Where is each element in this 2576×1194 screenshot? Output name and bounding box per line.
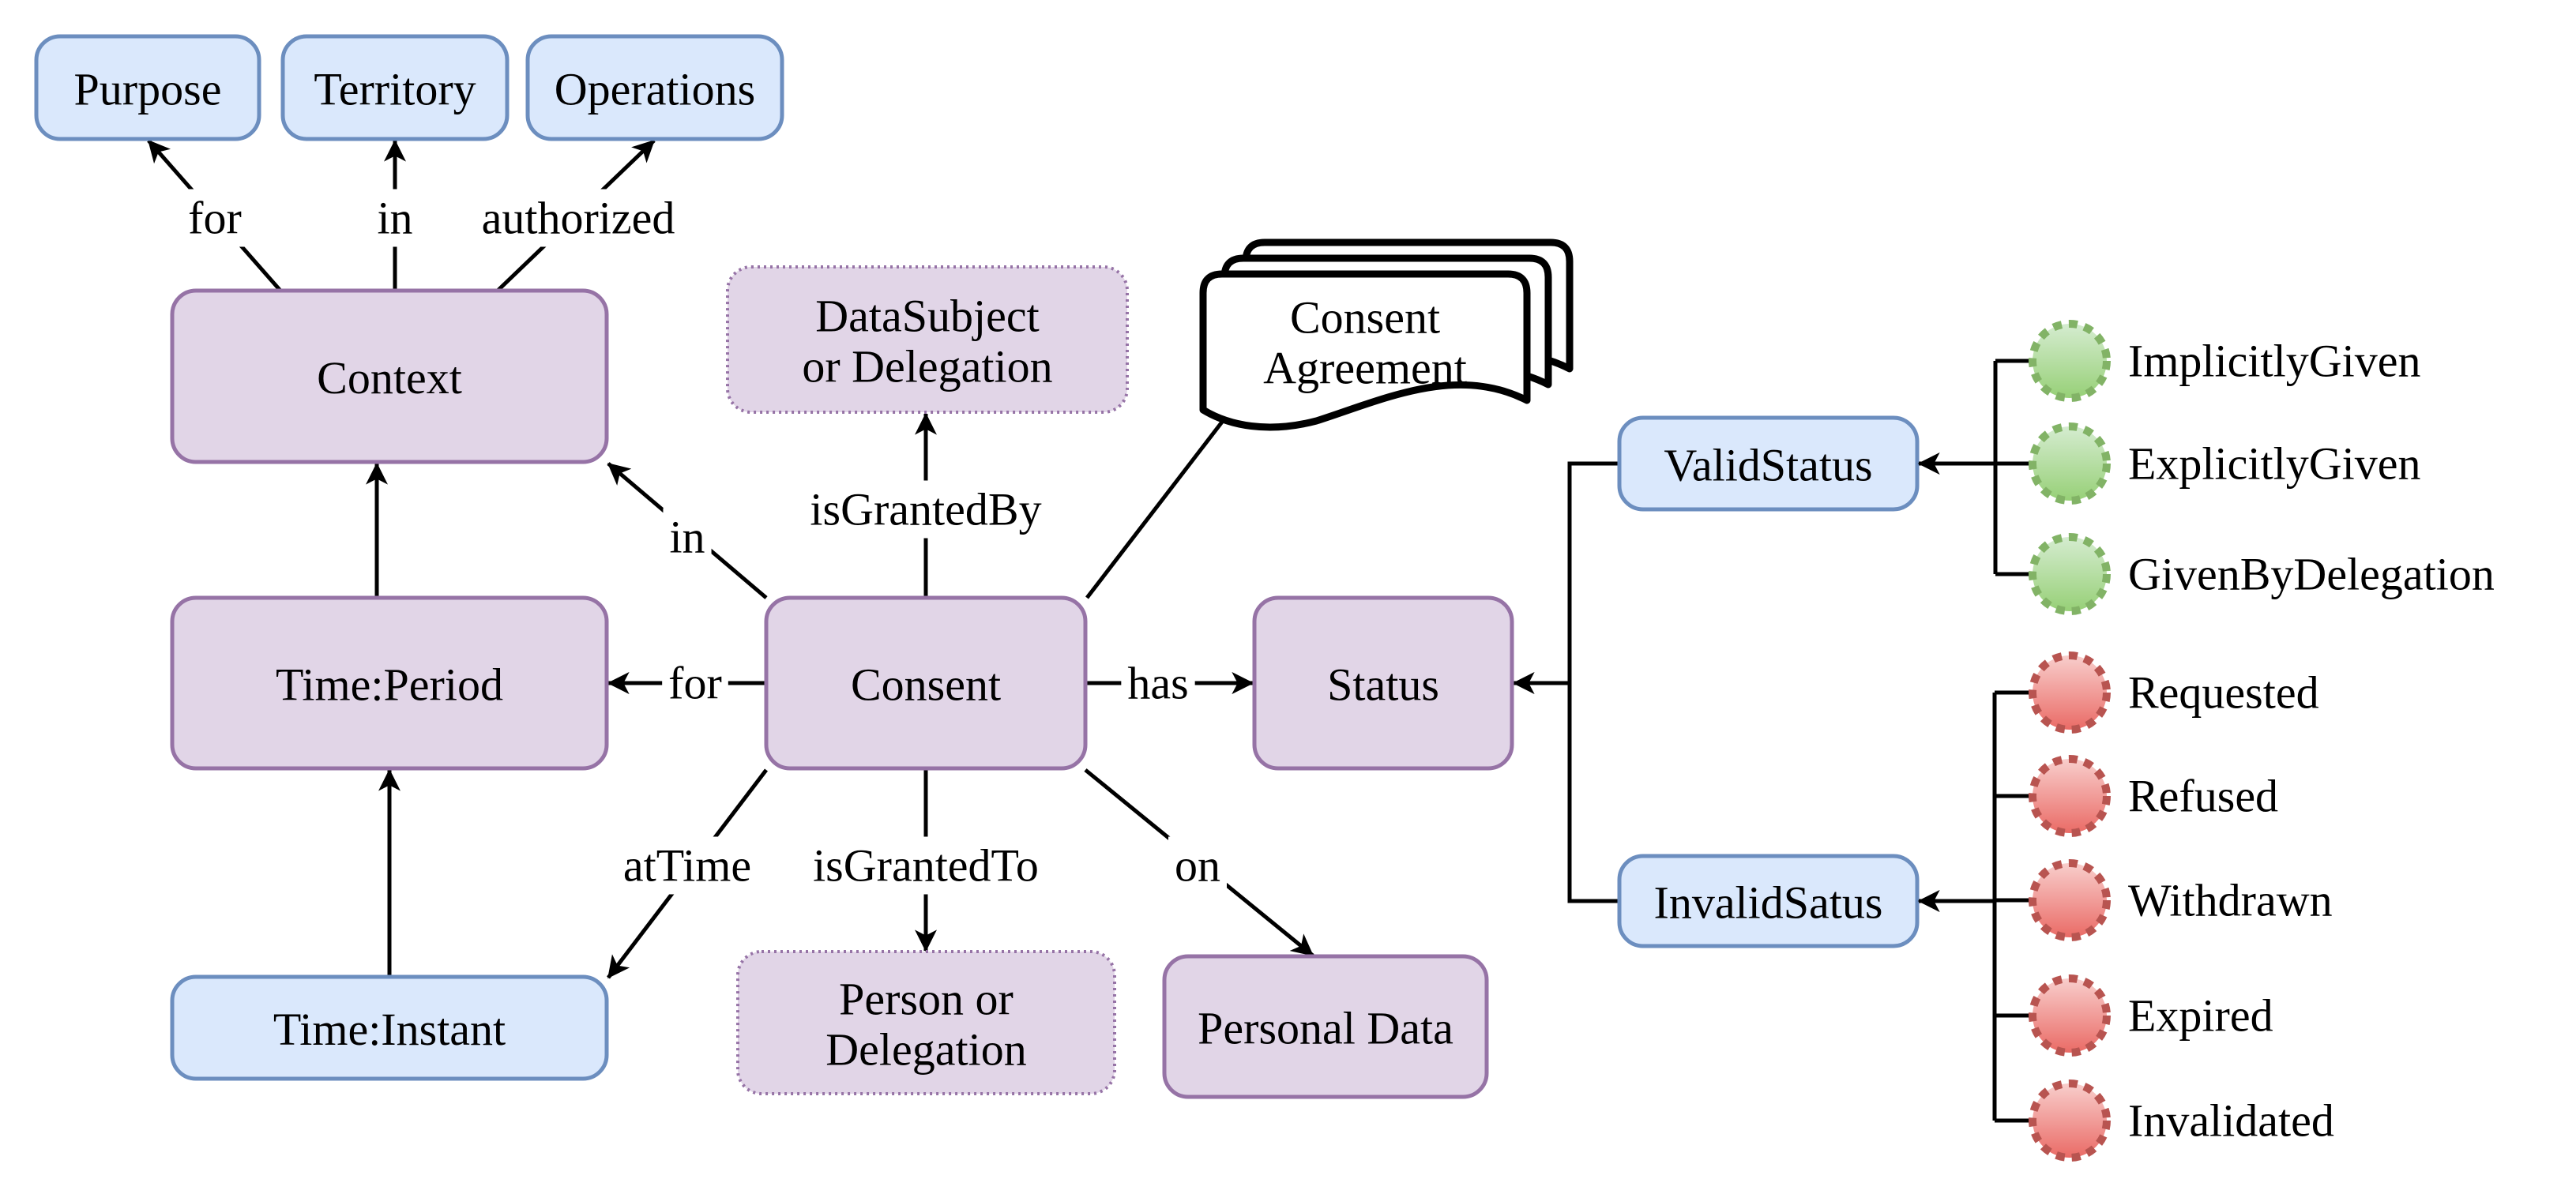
state-expired[interactable]: Expired (1995, 974, 2273, 1057)
state-implicitlygiven[interactable]: ImplicitlyGiven (1995, 320, 2421, 402)
node-data-subject-label-line-2: or Delegation (802, 341, 1052, 392)
edge-label-context-operations: authorized (482, 193, 675, 244)
node-time-instant[interactable]: Time:Instant (170, 974, 609, 1081)
node-data-subject-label-line-1: DataSubject (815, 291, 1039, 342)
state-requested-label: Requested (2128, 667, 2319, 719)
node-valid-status-label: ValidStatus (1664, 440, 1872, 491)
state-explicitlygiven-circle-icon (2029, 422, 2111, 505)
state-explicitlygiven-label: ExplicitlyGiven (2128, 438, 2421, 490)
node-context[interactable]: Context (170, 288, 609, 464)
node-time-period-label: Time:Period (276, 659, 503, 711)
status-states-layer: ImplicitlyGiven ExplicitlyGiven GivenByDel… (1917, 320, 2495, 1162)
node-personal-data-label: Personal Data (1198, 1003, 1453, 1054)
node-invalid-status-label: InvalidSatus (1654, 877, 1883, 929)
state-withdrawn-label: Withdrawn (2128, 875, 2333, 926)
node-consent-agreement-label-line-2: Agreement (1263, 343, 1467, 394)
node-status[interactable]: Status (1252, 595, 1514, 771)
node-operations[interactable]: Operations (525, 34, 784, 141)
node-personal-data[interactable]: Personal Data (1162, 954, 1489, 1099)
node-valid-status[interactable]: ValidStatus (1617, 415, 1920, 512)
node-time-instant-label: Time:Instant (273, 1004, 506, 1055)
node-consent-label: Consent (851, 659, 1001, 711)
state-withdrawn-circle-icon (2029, 859, 2111, 941)
edge-consent-agreement (1085, 419, 1224, 599)
state-givenbydelegation-circle-icon (2029, 533, 2111, 615)
node-time-period[interactable]: Time:Period (170, 595, 609, 771)
state-invalidated-circle-icon (2029, 1079, 2111, 1162)
node-consent-agreement[interactable]: ConsentAgreement (1199, 238, 1574, 431)
node-territory[interactable]: Territory (280, 34, 510, 141)
edge-label-consent-person: isGrantedTo (813, 840, 1039, 892)
state-implicitlygiven-circle-icon (2029, 320, 2111, 402)
edge-label-consent-subject: isGrantedBy (810, 484, 1041, 535)
node-purpose[interactable]: Purpose (34, 34, 261, 141)
state-expired-circle-icon (2029, 974, 2111, 1057)
node-territory-label: Territory (314, 64, 476, 115)
state-givenbydelegation[interactable]: GivenByDelegation (1995, 533, 2495, 615)
node-consent-agreement-label-line-1: Consent (1290, 292, 1440, 344)
edge-label-context-territory: in (377, 193, 412, 244)
edge-label-consent-period: for (668, 658, 722, 709)
state-refused-label: Refused (2128, 771, 2278, 822)
node-consent[interactable]: Consent (764, 595, 1088, 771)
state-requested-circle-icon (2029, 651, 2111, 734)
node-operations-label: Operations (555, 64, 756, 115)
node-status-label: Status (1327, 659, 1439, 711)
state-refused-circle-icon (2029, 755, 2111, 837)
node-person[interactable]: Person orDelegation (736, 950, 1116, 1095)
nodes-layer: Purpose Territory Operations Context Time:Pe… (34, 34, 1920, 1099)
node-invalid-status[interactable]: InvalidSatus (1617, 854, 1920, 948)
state-refused[interactable]: Refused (1995, 755, 2278, 837)
state-invalidated[interactable]: Invalidated (1995, 1079, 2334, 1162)
edge-label-consent-context: in (669, 512, 705, 563)
node-person-label-line-2: Delegation (825, 1024, 1026, 1076)
node-data-subject[interactable]: DataSubjector Delegation (726, 265, 1129, 414)
state-withdrawn[interactable]: Withdrawn (1995, 859, 2333, 941)
node-context-label: Context (317, 352, 462, 404)
edge-label-consent-status: has (1127, 658, 1188, 709)
state-explicitlygiven[interactable]: ExplicitlyGiven (1995, 422, 2421, 505)
edge-label-consent-personaldata: on (1175, 840, 1220, 892)
state-invalidated-label: Invalidated (2128, 1095, 2334, 1147)
status-subclass-bracket (1567, 461, 1619, 903)
state-givenbydelegation-label: GivenByDelegation (2128, 549, 2495, 600)
consent-ontology-diagram: for in authorized in for atTime isGrantedBy isG… (34, 34, 2495, 1162)
state-expired-label: Expired (2128, 990, 2273, 1042)
edge-label-consent-instant: atTime (623, 840, 751, 892)
node-purpose-label: Purpose (74, 64, 222, 115)
node-person-label-line-1: Person or (839, 974, 1013, 1025)
edge-label-context-purpose: for (188, 193, 242, 244)
state-implicitlygiven-label: ImplicitlyGiven (2128, 336, 2421, 387)
state-requested[interactable]: Requested (1995, 651, 2319, 734)
